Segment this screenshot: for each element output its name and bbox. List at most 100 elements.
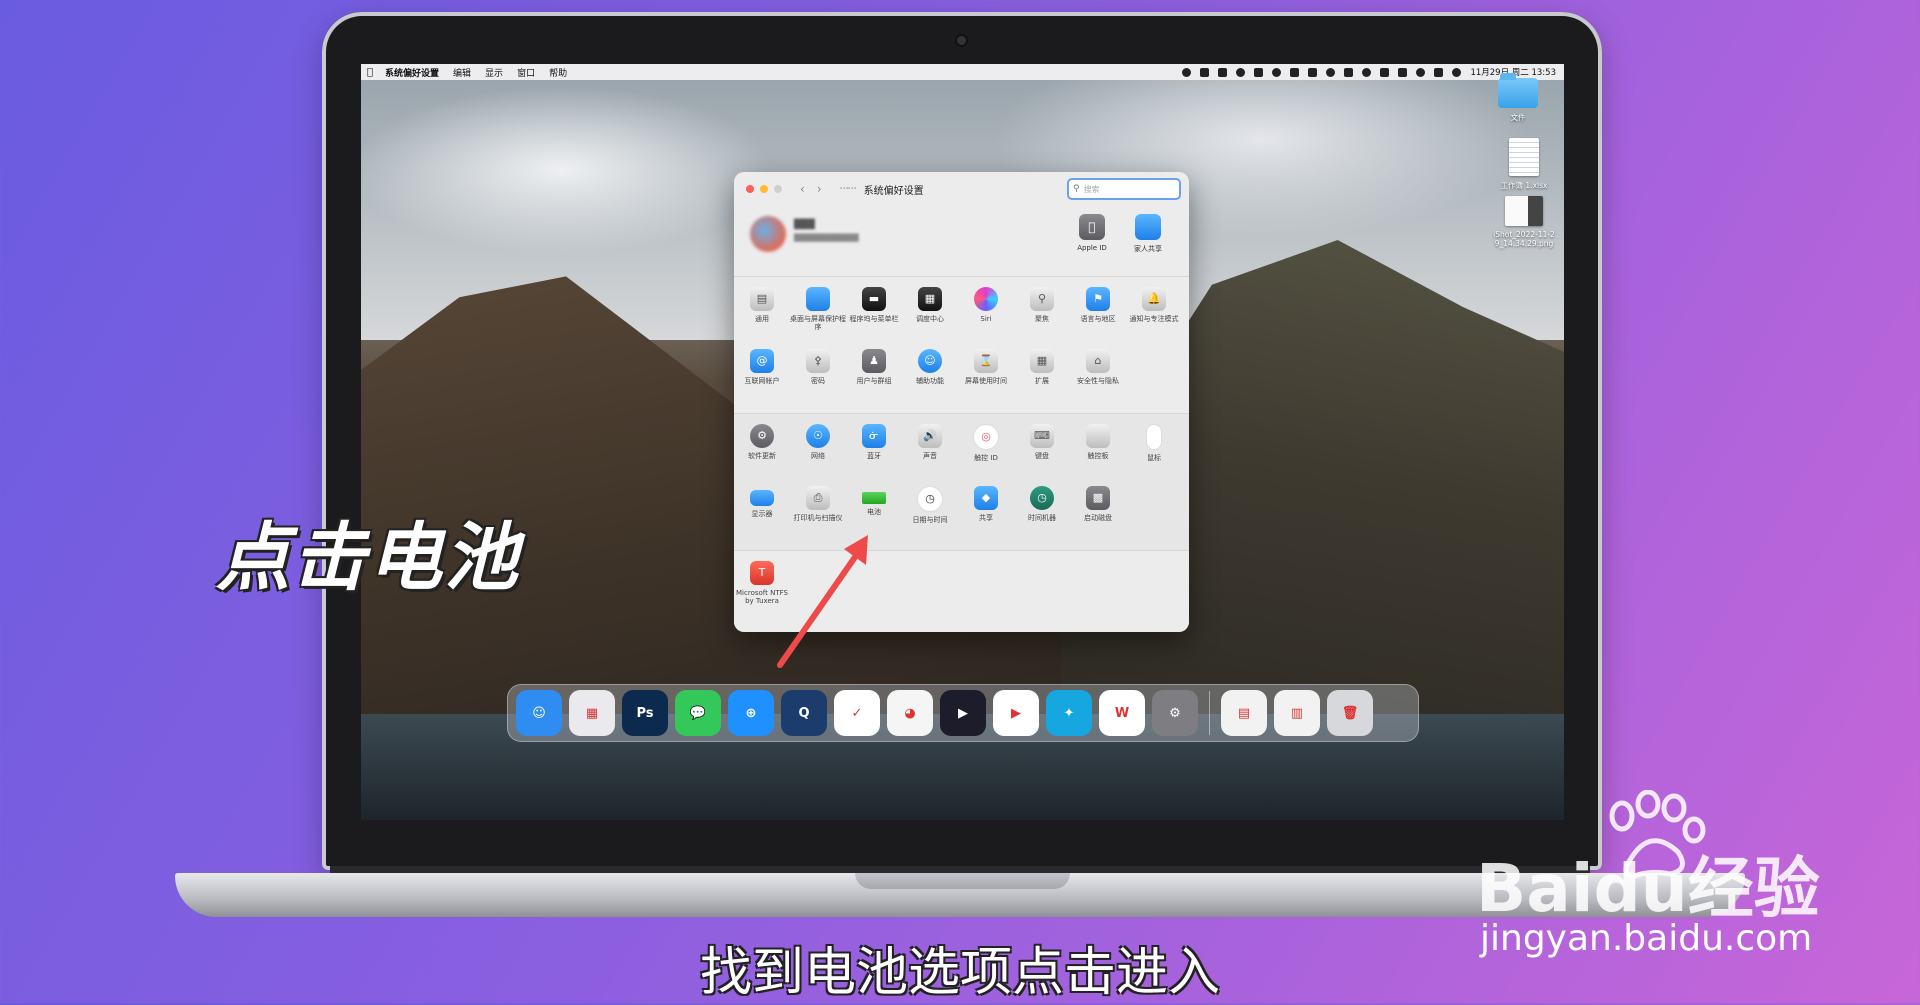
startup-disk-icon: ▩ [1086, 486, 1110, 510]
baidu-watermark-url: jingyan.baidu.com [1480, 918, 1813, 959]
pane-spotlight[interactable]: ⚲ 聚焦 [1014, 285, 1070, 347]
trash-icon[interactable]: 🗑 [1327, 690, 1373, 736]
minimize-button[interactable] [760, 185, 768, 193]
back-chevron-icon[interactable]: ‹ [800, 182, 805, 196]
lark-icon[interactable]: ✓ [834, 690, 880, 736]
pane-printers-scanners[interactable]: ⎙ 打印机与扫描仪 [790, 484, 846, 546]
bolt-status-icon[interactable] [1308, 67, 1318, 77]
apple-menu-icon[interactable]:  [367, 67, 373, 78]
system-preferences-window: ‹ › ⋯⋯ 系统偏好设置 ⚲ 搜索 ███ ████████████  Ap… [734, 172, 1189, 632]
pane-startup-disk[interactable]: ▩ 启动磁盘 [1070, 484, 1126, 546]
pane-siri[interactable]: Siri [958, 285, 1014, 347]
pane-touch-id[interactable]: ◎ 触控 ID [958, 422, 1014, 484]
bluetooth-status-icon[interactable] [1344, 67, 1354, 77]
sharing-icon: ◆ [974, 486, 998, 510]
pane-mouse[interactable]: 鼠标 [1126, 422, 1182, 484]
pane-users-groups[interactable]: ♟ 用户与群组 [846, 347, 902, 409]
pane-date-time[interactable]: ◷ 日期与时间 [902, 484, 958, 546]
pane-dock-menubar[interactable]: ▬ 程序坞与菜单栏 [846, 285, 902, 347]
cloud-status-icon[interactable] [1254, 67, 1264, 77]
pane-accessibility[interactable]: ☺ 辅助功能 [902, 347, 958, 409]
pane-screen-time[interactable]: ⌛ 屏幕使用时间 [958, 347, 1014, 409]
prefs-row: T Microsoft NTFS by Tuxera [734, 559, 1189, 621]
pane-desktop-screensaver[interactable]: 桌面与屏幕保护程序 [790, 285, 846, 347]
pane-displays[interactable]: 显示器 [734, 484, 790, 546]
qq-icon[interactable]: ◕ [887, 690, 933, 736]
pane-tuxera-ntfs[interactable]: T Microsoft NTFS by Tuxera [734, 559, 790, 621]
input-method-icon[interactable] [1398, 67, 1408, 77]
pane-label: 密码 [811, 377, 825, 385]
close-button[interactable] [746, 185, 754, 193]
show-all-grid-icon[interactable]: ⋯⋯ [840, 184, 857, 194]
pane-keyboard[interactable]: ⌨ 键盘 [1014, 422, 1070, 484]
pane-label: 软件更新 [748, 452, 776, 460]
avatar[interactable] [750, 216, 786, 252]
safari-icon[interactable]: ⊕ [728, 690, 774, 736]
spotlight-status-icon[interactable] [1416, 67, 1426, 77]
pane-passwords[interactable]: ⚴ 密码 [790, 347, 846, 409]
launchpad-icon[interactable]: ▦ [569, 690, 615, 736]
zoom-button[interactable] [774, 185, 782, 193]
laptop-notch [855, 873, 1070, 889]
crab-app-icon[interactable]: ✦ [1046, 690, 1092, 736]
search-input[interactable]: ⚲ 搜索 [1067, 178, 1181, 200]
wps-icon[interactable]: W [1099, 690, 1145, 736]
app-status-icon[interactable] [1218, 67, 1228, 77]
mission-control-icon: ▦ [918, 287, 942, 311]
desktop-item-screenshot[interactable]: iShot_2022-11-29_14.34.29.png [1474, 196, 1564, 248]
desktop-item-label: 工作簿 1.xlsx [1500, 181, 1548, 190]
pane-notifications[interactable]: 🔔 通知与专注模式 [1126, 285, 1182, 347]
pane-trackpad[interactable]: 触控板 [1070, 422, 1126, 484]
lock-status-icon[interactable] [1326, 67, 1336, 77]
wps-status-icon[interactable] [1200, 67, 1210, 77]
bell-status-icon[interactable] [1236, 67, 1246, 77]
pane-bluetooth[interactable]: ᓃ 蓝牙 [846, 422, 902, 484]
desktop-item-folder[interactable]: 文件 [1478, 73, 1558, 123]
display-status-icon[interactable] [1380, 67, 1390, 77]
pane-apple-id[interactable]:  Apple ID [1064, 214, 1120, 252]
pane-label: 日期与时间 [912, 516, 948, 524]
pane-battery[interactable]: 电池 [846, 484, 902, 546]
menu-view[interactable]: 显示 [485, 66, 503, 79]
pane-mission-control[interactable]: ▦ 调度中心 [902, 285, 958, 347]
pane-extensions[interactable]: ▦ 扩展 [1014, 347, 1070, 409]
pane-software-update[interactable]: ⚙ 软件更新 [734, 422, 790, 484]
siri-status-icon[interactable] [1452, 67, 1462, 77]
control-center-icon[interactable] [1434, 67, 1444, 77]
system-preferences-icon[interactable]: ⚙ [1152, 690, 1198, 736]
image-file-icon [1505, 196, 1543, 226]
quicktime-icon[interactable]: Q [781, 690, 827, 736]
pane-sharing[interactable]: ◆ 共享 [958, 484, 1014, 546]
menu-window[interactable]: 窗口 [517, 66, 535, 79]
desktop-item-label: 文件 [1510, 113, 1526, 122]
network-icon: ☉ [806, 424, 830, 448]
desktop-item-xlsx[interactable]: 工作簿 1.xlsx [1484, 138, 1564, 191]
pane-network[interactable]: ☉ 网络 [790, 422, 846, 484]
internet-accounts-icon: @ [750, 349, 774, 373]
video-player-icon[interactable]: ▶ [940, 690, 986, 736]
pane-security-privacy[interactable]: ⌂ 安全性与隐私 [1070, 347, 1126, 409]
pane-label: 网络 [811, 452, 825, 460]
pane-family-sharing[interactable]: 家人共享 [1120, 214, 1176, 254]
messages-icon[interactable]: 💬 [675, 690, 721, 736]
record-icon[interactable] [1182, 67, 1192, 77]
instruction-label: 点击电池 [216, 515, 520, 601]
pane-sound[interactable]: 🔊 声音 [902, 422, 958, 484]
info-status-icon[interactable] [1290, 67, 1300, 77]
recent-window-2-icon[interactable]: ▥ [1274, 690, 1320, 736]
photoshop-icon[interactable]: Ps [622, 690, 668, 736]
prefs-section-personal: ▤ 通用 桌面与屏幕保护程序 ▬ 程序坞与菜单栏 ▦ 调度中心 Siri ⚲ 聚焦 ⚑ 语… [734, 277, 1189, 414]
finder-icon[interactable]: ☺ [516, 690, 562, 736]
pane-general[interactable]: ▤ 通用 [734, 285, 790, 347]
shield-status-icon[interactable] [1272, 67, 1282, 77]
youku-icon[interactable]: ▶ [993, 690, 1039, 736]
wifi-status-icon[interactable] [1362, 67, 1372, 77]
menu-app-name[interactable]: 系统偏好设置 [385, 66, 439, 79]
pane-language-region[interactable]: ⚑ 语言与地区 [1070, 285, 1126, 347]
pane-internet-accounts[interactable]: @ 互联网帐户 [734, 347, 790, 409]
recent-window-icon[interactable]: ▤ [1221, 690, 1267, 736]
menu-help[interactable]: 帮助 [549, 66, 567, 79]
menu-edit[interactable]: 编辑 [453, 66, 471, 79]
pane-time-machine[interactable]: ◷ 时间机器 [1014, 484, 1070, 546]
forward-chevron-icon[interactable]: › [817, 182, 822, 196]
